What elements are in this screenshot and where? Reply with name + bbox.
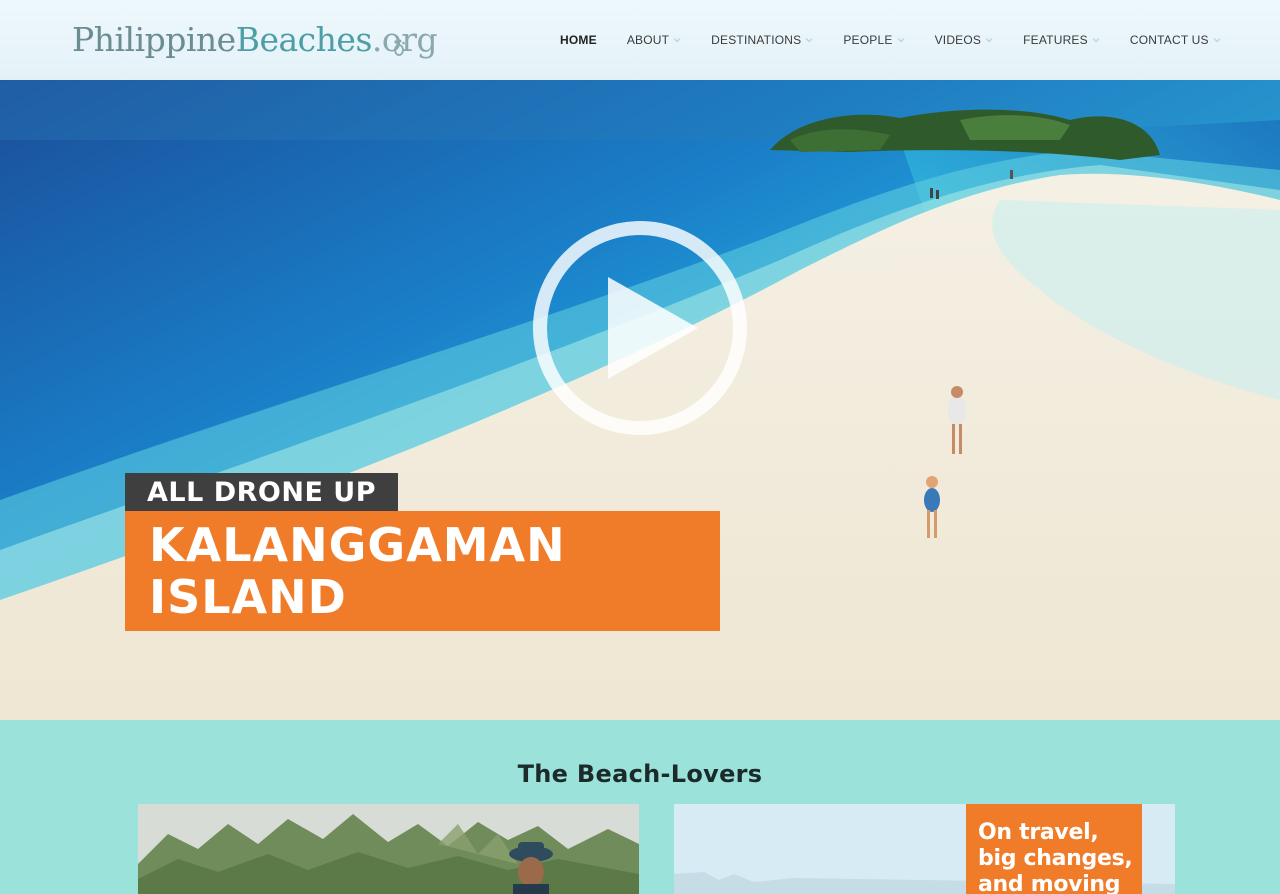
chevron-down-icon [1213,37,1221,43]
video-title: KALANGGAMAN ISLAND [125,511,720,631]
nav-item-about[interactable]: ABOUT [612,0,696,80]
nav-label: CONTACT US [1129,33,1209,47]
nav-item-videos[interactable]: VIDEOS [920,0,1009,80]
main-nav: HOME ABOUT DESTINATIONS PEOPLE VIDEOS FE… [545,0,1236,80]
hero-video[interactable]: ALL DRONE UP KALANGGAMAN ISLAND [0,80,1280,720]
beach-lovers-section: The Beach-Lovers On travel, big changes,… [0,720,1280,894]
chevron-down-icon [897,37,905,43]
nav-label: HOME [560,33,597,47]
site-logo[interactable]: PhilippineBeaches.org [72,18,438,68]
chevron-down-icon [673,37,681,43]
logo-text: PhilippineBeaches.org [72,18,438,62]
nav-item-people[interactable]: PEOPLE [828,0,919,80]
nav-item-features[interactable]: FEATURES [1008,0,1115,80]
video-title-line2: ISLAND [149,570,347,624]
card-banner-line1: On travel, [978,820,1099,845]
beach-lover-card[interactable]: On travel, big changes, and moving [674,804,1175,894]
logo-part-philippine: Philippine [72,20,236,59]
footprint-icon [394,39,405,56]
logo-part-beaches: Beaches [235,20,373,59]
card-banner: On travel, big changes, and moving [966,804,1142,894]
video-tag: ALL DRONE UP [125,473,399,511]
nav-label: VIDEOS [934,33,982,47]
nav-label: FEATURES [1023,33,1088,47]
card-banner-line3: and moving [978,872,1121,894]
site-header: PhilippineBeaches.org HOME ABOUT DESTINA… [0,0,1280,80]
nav-item-contact-us[interactable]: CONTACT US [1115,0,1236,80]
nav-item-home[interactable]: HOME [545,0,612,80]
card-image [138,804,639,894]
nav-label: ABOUT [626,33,670,47]
chevron-down-icon [985,37,993,43]
section-title: The Beach-Lovers [517,760,763,788]
nav-label: PEOPLE [843,33,893,47]
chevron-down-icon [805,37,813,43]
nav-item-destinations[interactable]: DESTINATIONS [696,0,828,80]
play-circle-icon[interactable] [528,219,752,437]
card-banner-line2: big changes, [978,846,1133,871]
video-title-line1: KALANGGAMAN [149,518,566,572]
chevron-down-icon [1092,37,1100,43]
beach-lover-card[interactable] [138,804,639,894]
nav-label: DESTINATIONS [711,33,802,47]
